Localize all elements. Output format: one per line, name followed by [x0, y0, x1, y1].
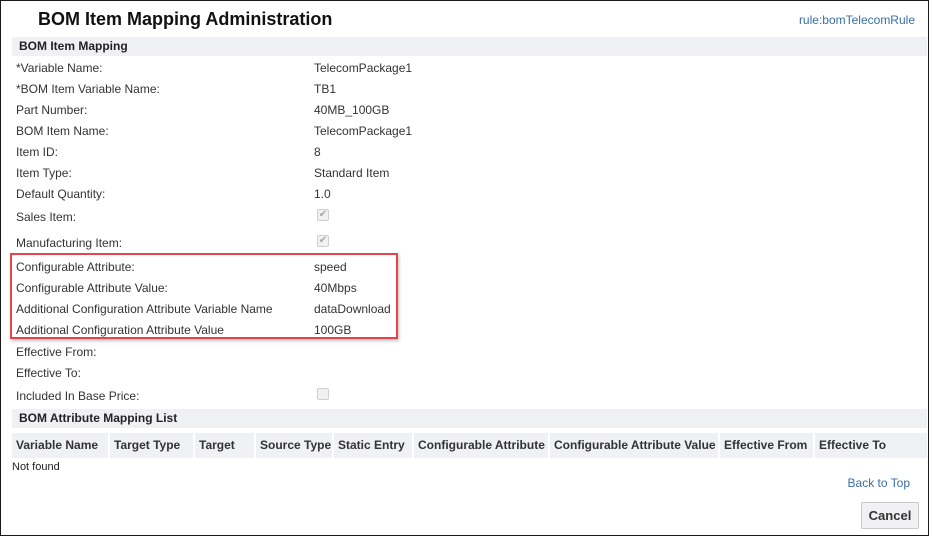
- column-header-configurable-attribute[interactable]: Configurable Attribute: [414, 433, 548, 458]
- column-header-effective-to[interactable]: Effective To: [815, 433, 927, 458]
- column-header-target-type[interactable]: Target Type: [110, 433, 193, 458]
- empty-table-message: Not found: [12, 461, 60, 473]
- field-label: Additional Configuration Attribute Value: [16, 323, 224, 337]
- attribute-mapping-table-header: Variable Name Target Type Target Source …: [12, 433, 927, 458]
- field-label: Included In Base Price:: [16, 389, 140, 403]
- field-value: TB1: [314, 82, 337, 96]
- field-value: speed: [314, 260, 347, 274]
- field-label: Default Quantity:: [16, 187, 106, 201]
- field-label: Additional Configuration Attribute Varia…: [16, 302, 273, 316]
- field-label: Item ID:: [16, 145, 59, 159]
- field-value: 1.0: [314, 187, 331, 201]
- field-value: 100GB: [314, 323, 352, 337]
- manufacturing-item-checkbox[interactable]: ✔: [317, 235, 329, 247]
- field-value: 40MB_100GB: [314, 103, 390, 117]
- included-in-base-price-checkbox[interactable]: [317, 388, 329, 400]
- column-header-source-type[interactable]: Source Type: [256, 433, 332, 458]
- field-label: Configurable Attribute Value:: [16, 281, 168, 295]
- column-header-effective-from[interactable]: Effective From: [720, 433, 813, 458]
- page-title: BOM Item Mapping Administration: [38, 9, 333, 29]
- back-to-top-link[interactable]: Back to Top: [848, 476, 910, 490]
- field-label: Effective To:: [16, 366, 81, 380]
- sales-item-checkbox[interactable]: ✔: [317, 209, 329, 221]
- rule-link[interactable]: rule:bomTelecomRule: [799, 13, 915, 27]
- field-label: Part Number:: [16, 103, 88, 117]
- field-label: Manufacturing Item:: [16, 236, 123, 250]
- column-header-static-entry[interactable]: Static Entry: [334, 433, 412, 458]
- column-header-configurable-attribute-value[interactable]: Configurable Attribute Value: [550, 433, 718, 458]
- field-value: dataDownload: [314, 302, 391, 316]
- field-label: Configurable Attribute:: [16, 260, 135, 274]
- field-label: Item Type:: [16, 166, 72, 180]
- column-header-variable-name[interactable]: Variable Name: [12, 433, 108, 458]
- section-header-bom-attribute-mapping-list: BOM Attribute Mapping List: [12, 409, 927, 428]
- bom-item-mapping-page: BOM Item Mapping Administration rule:bom…: [0, 0, 929, 536]
- field-value: TelecomPackage1: [314, 61, 413, 75]
- field-label: Effective From:: [16, 345, 97, 359]
- field-label: *BOM Item Variable Name:: [16, 82, 160, 96]
- cancel-button[interactable]: Cancel: [861, 502, 919, 529]
- field-label: *Variable Name:: [16, 61, 103, 75]
- field-value: 40Mbps: [314, 281, 357, 295]
- field-value: 8: [314, 145, 321, 159]
- field-value: Standard Item: [314, 166, 390, 180]
- field-value: TelecomPackage1: [314, 124, 413, 138]
- field-label: BOM Item Name:: [16, 124, 109, 138]
- section-header-bom-item-mapping: BOM Item Mapping: [12, 37, 927, 56]
- column-header-target[interactable]: Target: [195, 433, 254, 458]
- field-label: Sales Item:: [16, 210, 77, 224]
